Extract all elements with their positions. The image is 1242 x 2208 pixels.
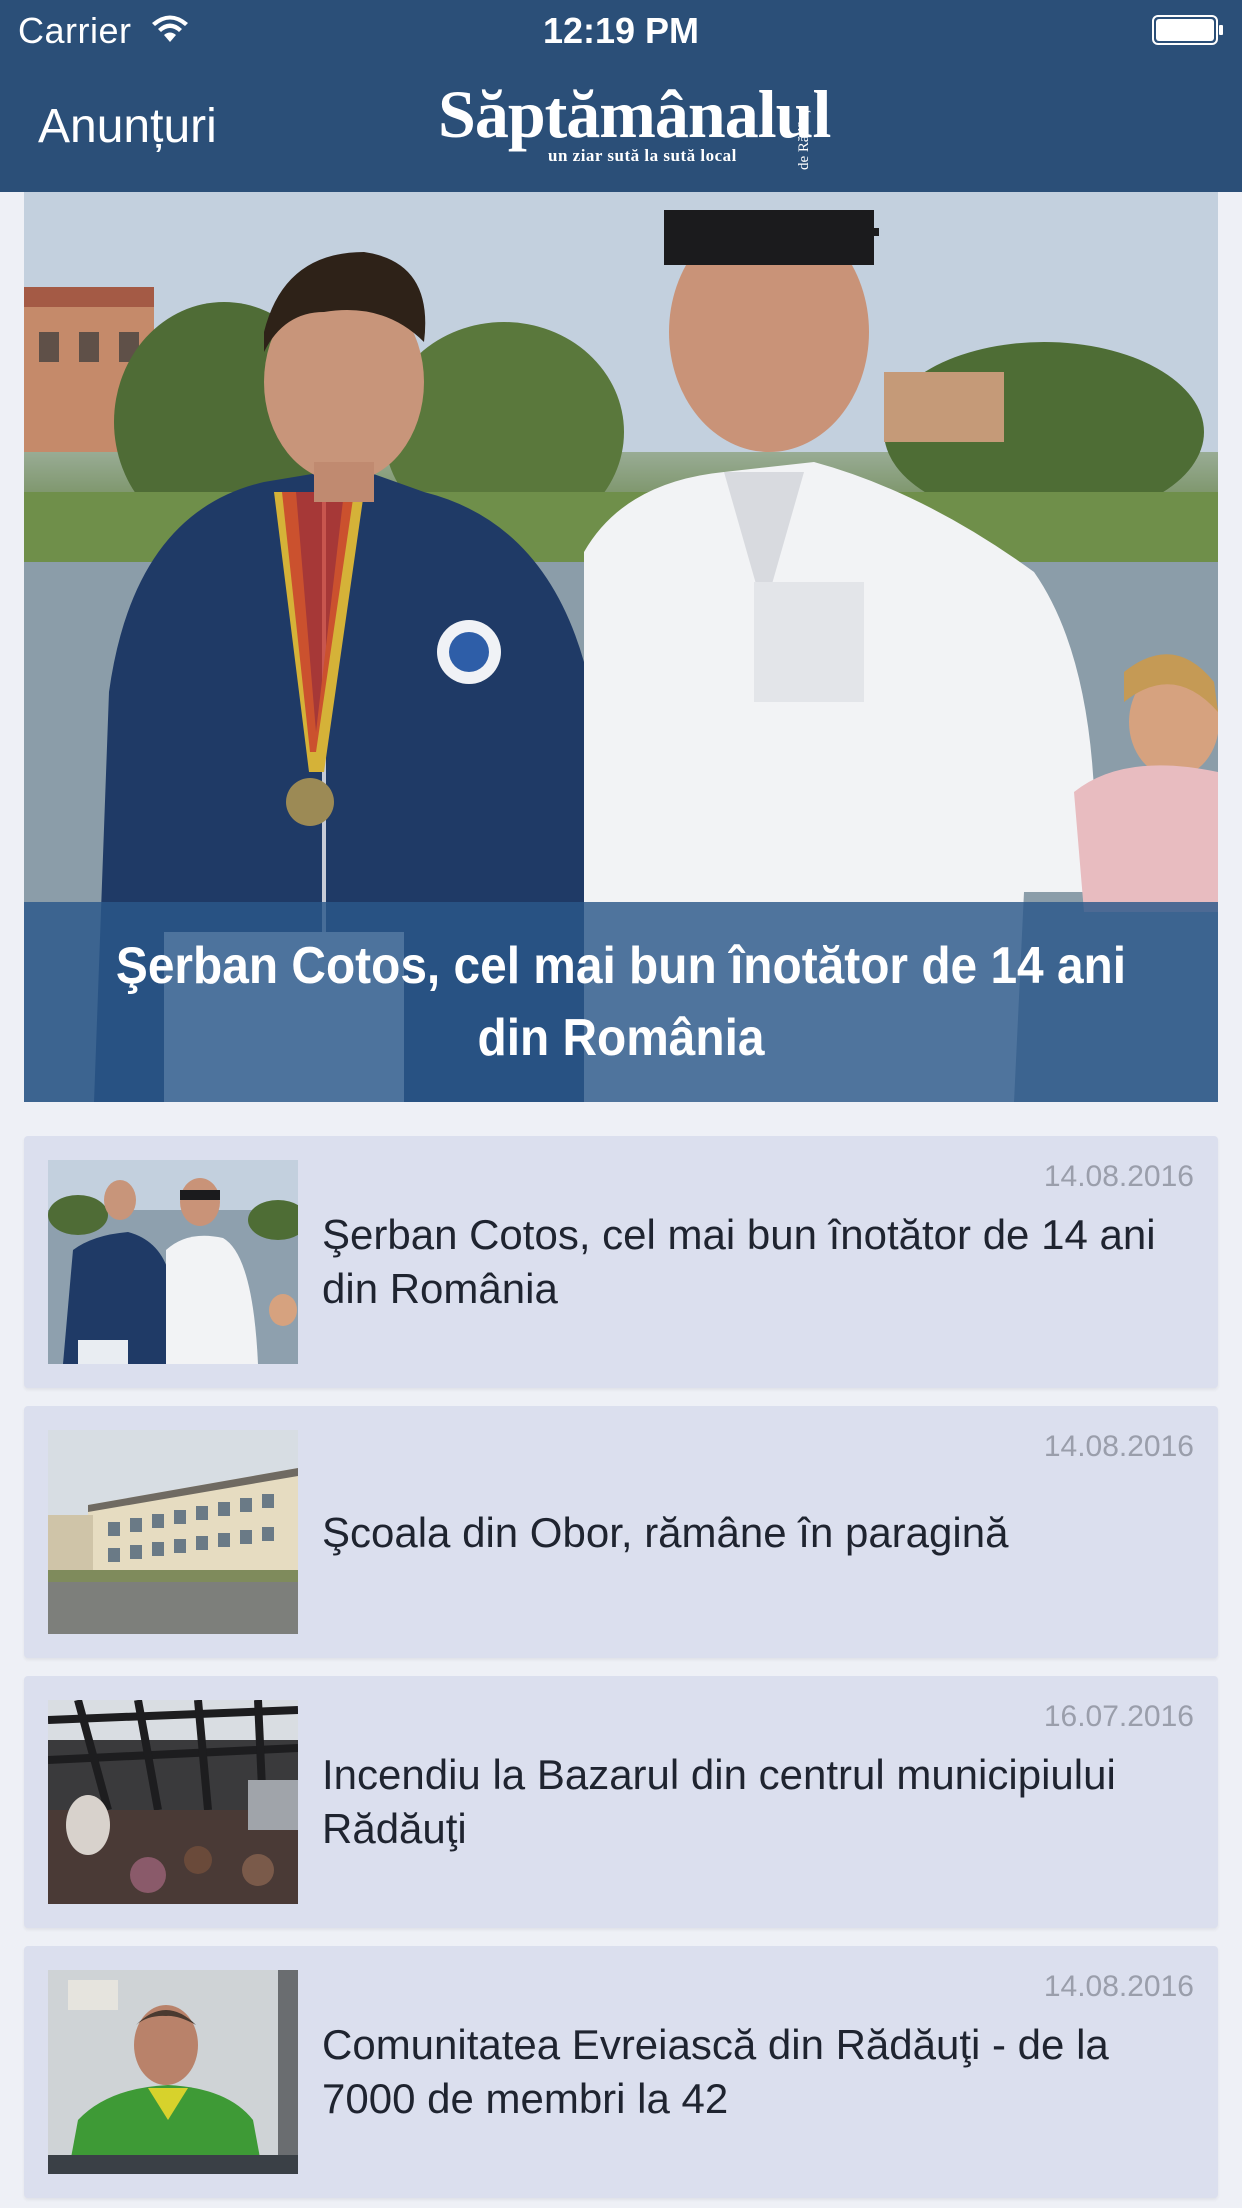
school-thumbnail [48,1430,298,1634]
logo-tagline: un ziar sută la sută local [548,146,737,165]
article-title: Şcoala din Obor, rămâne în paragină [322,1509,1009,1556]
battery-icon [1152,15,1223,45]
article-title: Şerban Cotos, cel mai bun înotător de 14… [322,1211,1156,1312]
top-bar: Carrier 12:19 PM Anunțuri Săptămânalul u… [0,0,1242,192]
list-item[interactable]: 16.07.2016 Incendiu la Bazarul din centr… [24,1676,1218,1928]
clock-label: 12:19 PM [542,10,700,51]
hero-caption: Şerban Cotos, cel mai bun înotător de 14… [24,902,1218,1102]
article-date: 14.08.2016 [1043,1970,1194,2003]
article-date: 14.08.2016 [1043,1160,1194,1193]
status-bar: Carrier 12:19 PM [0,0,1242,60]
list-item[interactable]: 14.08.2016 Şerban Cotos, cel mai bun îno… [24,1136,1218,1388]
article-date: 14.08.2016 [1043,1430,1194,1463]
fire-thumbnail [48,1700,298,1904]
logo-wordmark: Săptămânalul [438,76,831,152]
site-logo[interactable]: Săptămânalul un ziar sută la sută local … [438,76,831,170]
article-title: Comunitatea Evreiască din Rădăuţi - de l… [322,2021,1109,2122]
portrait-thumbnail [48,1970,298,2174]
swimmer-thumbnail [48,1160,298,1364]
hero-title: Şerban Cotos, cel mai bun înotător de 14… [115,937,1127,1067]
list-item[interactable]: 14.08.2016 Şcoala din Obor, rămâne în pa… [24,1406,1218,1658]
featured-article[interactable]: Şerban Cotos, cel mai bun înotător de 14… [24,192,1218,1102]
logo-side-text: de Rădăuți [796,105,812,170]
article-date: 16.07.2016 [1043,1700,1194,1733]
article-title: Incendiu la Bazarul din centrul municipi… [322,1751,1116,1852]
announcements-button[interactable]: Anunțuri [38,99,217,154]
list-item[interactable]: 14.08.2016 Comunitatea Evreiască din Răd… [24,1946,1218,2198]
